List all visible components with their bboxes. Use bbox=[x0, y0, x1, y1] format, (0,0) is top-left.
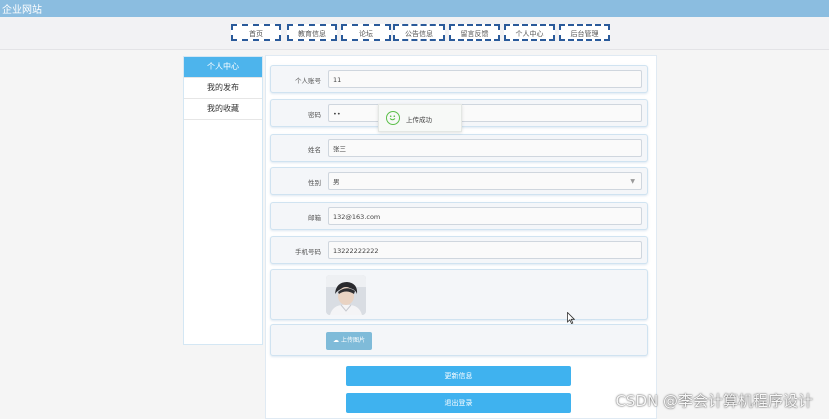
title-bar: 企业网站 bbox=[0, 0, 829, 17]
chevron-down-icon: ▼ bbox=[630, 178, 635, 185]
sidebar-item-my-posts[interactable]: 我的发布 bbox=[184, 78, 262, 99]
sidebar-item-personal-center[interactable]: 个人中心 bbox=[184, 57, 262, 78]
nav-personal-center[interactable]: 个人中心 bbox=[504, 24, 555, 41]
upload-image-button[interactable]: ☁ 上传图片 bbox=[326, 332, 372, 350]
nav-education-info[interactable]: 教育信息 bbox=[287, 24, 337, 41]
password-input[interactable]: •• bbox=[328, 104, 642, 122]
name-input[interactable]: 张三 bbox=[328, 139, 642, 157]
avatar-image bbox=[326, 275, 366, 315]
cloud-upload-icon: ☁ bbox=[333, 337, 340, 344]
gender-label: 性别 bbox=[308, 179, 321, 187]
sidebar-item-my-favorites[interactable]: 我的收藏 bbox=[184, 99, 262, 120]
success-toast: 上传成功 bbox=[378, 104, 462, 132]
form-row-email: 邮箱 132@163.com bbox=[270, 202, 648, 230]
name-label: 姓名 bbox=[308, 146, 321, 154]
form-row-gender: 性别 男 ▼ bbox=[270, 167, 648, 195]
phone-label: 手机号码 bbox=[295, 248, 321, 256]
logout-button[interactable]: 退出登录 bbox=[346, 393, 571, 413]
toast-message: 上传成功 bbox=[406, 116, 432, 124]
phone-input[interactable]: 13222222222 bbox=[328, 241, 642, 259]
nav-feedback[interactable]: 留言反馈 bbox=[449, 24, 500, 41]
email-label: 邮箱 bbox=[308, 214, 321, 222]
gender-select[interactable]: 男 ▼ bbox=[328, 172, 642, 190]
account-label: 个人账号 bbox=[295, 77, 321, 85]
nav-forum[interactable]: 论坛 bbox=[341, 24, 391, 41]
site-title: 企业网站 bbox=[2, 5, 42, 16]
top-nav: 首页 教育信息 论坛 公告信息 留言反馈 个人中心 后台管理 bbox=[0, 17, 829, 50]
mouse-cursor-icon bbox=[567, 309, 576, 325]
sidebar: 个人中心 我的发布 我的收藏 bbox=[183, 56, 263, 345]
form-row-phone: 手机号码 13222222222 bbox=[270, 236, 648, 264]
smile-icon bbox=[386, 111, 400, 125]
account-input[interactable]: 11 bbox=[328, 70, 642, 88]
upload-image-label: 上传图片 bbox=[340, 337, 365, 344]
watermark-text: CSDN @李会计算机程序设计 bbox=[615, 392, 813, 410]
form-row-account: 个人账号 11 bbox=[270, 65, 648, 93]
email-input[interactable]: 132@163.com bbox=[328, 207, 642, 225]
form-row-name: 姓名 张三 bbox=[270, 134, 648, 162]
nav-announcements[interactable]: 公告信息 bbox=[393, 24, 445, 41]
nav-admin[interactable]: 后台管理 bbox=[559, 24, 610, 41]
gender-value: 男 bbox=[333, 178, 340, 186]
nav-home[interactable]: 首页 bbox=[231, 24, 281, 41]
password-label: 密码 bbox=[308, 111, 321, 119]
update-info-button[interactable]: 更新信息 bbox=[346, 366, 571, 386]
